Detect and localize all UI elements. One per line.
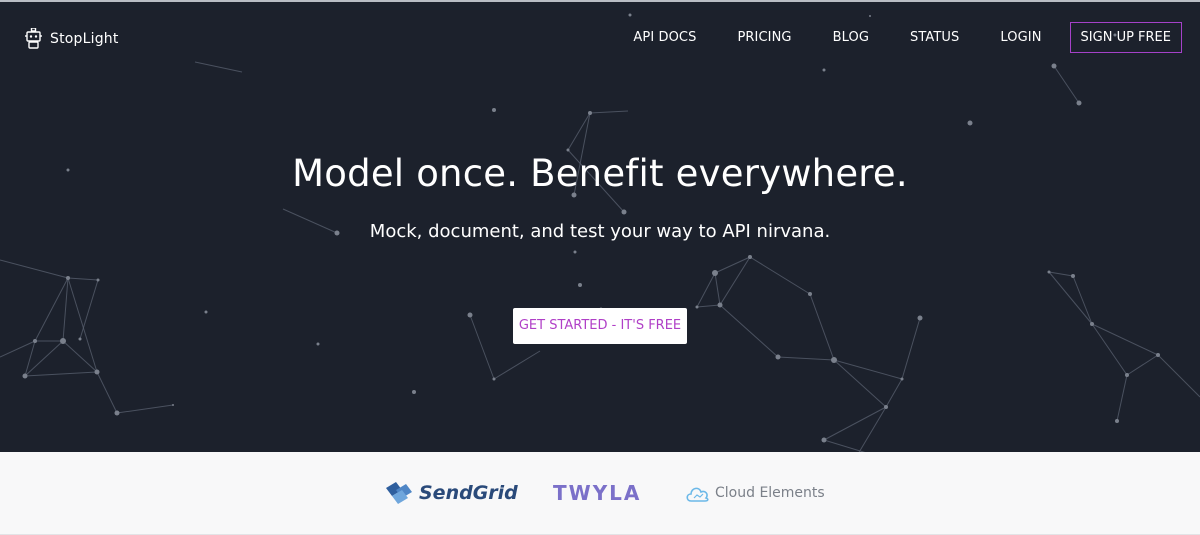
robot-icon	[25, 28, 42, 49]
sendgrid-icon	[386, 482, 412, 504]
nav-link-blog[interactable]: BLOG	[833, 30, 869, 45]
hero-section: StopLight API DOCS PRICING BLOG STATUS L…	[0, 0, 1200, 452]
sendgrid-logo: SendGrid	[384, 478, 518, 508]
brand-name: StopLight	[50, 31, 119, 47]
top-navigation: StopLight API DOCS PRICING BLOG STATUS L…	[0, 2, 1200, 76]
cloud-icon	[686, 487, 709, 502]
sendgrid-wordmark: SendGrid	[419, 482, 518, 504]
hero-subheadline: Mock, document, and test your way to API…	[369, 221, 831, 242]
sign-up-button[interactable]: SIGN UP FREE	[1069, 22, 1182, 53]
nav-links: API DOCS PRICING BLOG STATUS LOGIN SIGN …	[592, 22, 1182, 53]
twyla-logo: TWYLA	[553, 478, 641, 508]
hero-headline: Model once. Benefit everywhere.	[292, 152, 908, 195]
cloud-elements-logo: Cloud Elements	[685, 478, 825, 508]
nav-link-api-docs[interactable]: API DOCS	[633, 30, 696, 45]
partner-logos: SendGrid TWYLA Cloud Elements	[0, 452, 1200, 535]
twyla-wordmark: TWYLA	[553, 481, 642, 505]
cloud-elements-wordmark: Cloud Elements	[715, 485, 825, 501]
nav-link-status[interactable]: STATUS	[910, 30, 959, 45]
nav-link-pricing[interactable]: PRICING	[737, 30, 791, 45]
get-started-button[interactable]: GET STARTED - IT'S FREE	[513, 308, 687, 344]
brand-logo[interactable]: StopLight	[25, 28, 119, 50]
nav-link-login[interactable]: LOGIN	[1000, 30, 1041, 45]
